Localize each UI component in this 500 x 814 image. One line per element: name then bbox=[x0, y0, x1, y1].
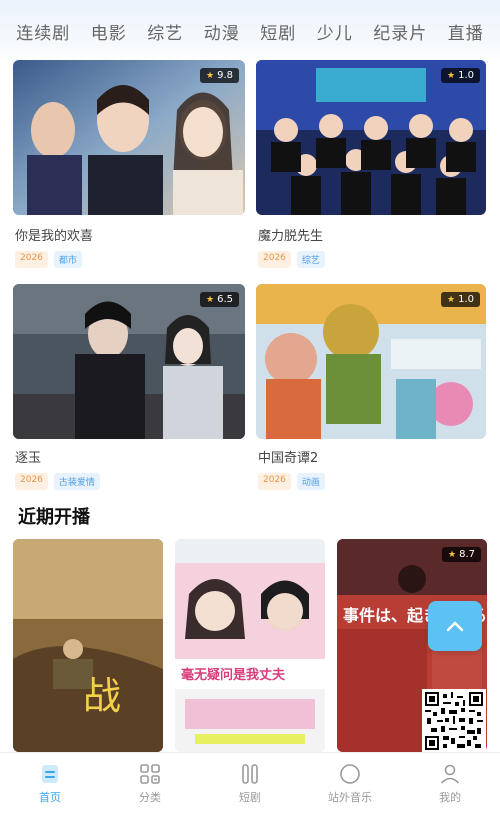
upcoming-card[interactable]: 毫无疑问是我丈夫 bbox=[175, 539, 325, 752]
poster-text: 战 bbox=[83, 674, 121, 718]
card-title: 魔力脱先生 bbox=[258, 229, 324, 244]
tab-short-drama[interactable]: 短剧 bbox=[205, 762, 295, 805]
tab-tv-series[interactable]: 连续剧 bbox=[16, 19, 70, 44]
tab-label: 短剧 bbox=[239, 791, 261, 804]
star-icon: ★ bbox=[447, 70, 456, 81]
poster-image bbox=[13, 60, 245, 215]
profile-icon bbox=[440, 764, 460, 784]
category-nav: 连续剧 电影 综艺 动漫 短剧 少儿 纪录片 直播 bbox=[0, 0, 500, 62]
year-tag: 2026 bbox=[15, 473, 48, 490]
tab-movies[interactable]: 电影 bbox=[91, 19, 127, 44]
genre-tag: 古装爱情 bbox=[53, 473, 100, 490]
tab-label: 我的 bbox=[439, 791, 461, 804]
rating-value: 1.0 bbox=[458, 294, 474, 305]
genre-tag: 都市 bbox=[53, 251, 82, 268]
card-tags: 2026 都市 bbox=[15, 251, 82, 268]
year-tag: 2026 bbox=[15, 251, 48, 268]
media-card[interactable]: ★ 1.0 魔力脱先生 2026 综艺 bbox=[256, 60, 486, 275]
tab-home[interactable]: 首页 bbox=[5, 762, 95, 805]
media-card[interactable]: ★ 6.5 逐玉 2026 古装爱情 bbox=[13, 284, 245, 499]
genre-tag: 动画 bbox=[296, 473, 325, 490]
tab-anime[interactable]: 动漫 bbox=[204, 19, 240, 44]
upcoming-card[interactable]: 战 bbox=[13, 539, 163, 752]
category-icon bbox=[140, 764, 160, 784]
tab-label: 首页 bbox=[39, 791, 61, 804]
star-icon: ★ bbox=[206, 70, 215, 81]
bottom-tab-bar: 首页 分类 短剧 站外音乐 我的 bbox=[0, 752, 500, 814]
poster-image bbox=[13, 284, 245, 439]
tab-variety[interactable]: 综艺 bbox=[147, 19, 183, 44]
year-tag: 2026 bbox=[258, 251, 291, 268]
star-icon: ★ bbox=[447, 294, 456, 305]
poster-image: 战 bbox=[13, 539, 163, 752]
qr-code bbox=[422, 689, 486, 753]
rating-badge: ★ 1.0 bbox=[441, 68, 480, 83]
tab-label: 站外音乐 bbox=[328, 791, 372, 804]
poster-image bbox=[256, 60, 486, 215]
media-card[interactable]: ★ 1.0 中国奇谭2 2026 动画 bbox=[256, 284, 486, 499]
year-tag: 2026 bbox=[258, 473, 291, 490]
tab-documentary[interactable]: 纪录片 bbox=[373, 19, 427, 44]
tab-live[interactable]: 直播 bbox=[448, 19, 484, 44]
rating-value: 6.5 bbox=[217, 294, 233, 305]
home-icon bbox=[42, 765, 58, 783]
rating-value: 8.7 bbox=[459, 549, 475, 560]
section-title: 近期开播 bbox=[18, 507, 90, 528]
tab-label: 分类 bbox=[139, 791, 161, 804]
card-title: 你是我的欢喜 bbox=[15, 229, 94, 244]
card-tags: 2026 综艺 bbox=[258, 251, 325, 268]
card-title: 中国奇谭2 bbox=[258, 451, 319, 466]
poster-text: 毫无疑问是我丈夫 bbox=[181, 667, 286, 683]
card-title: 逐玉 bbox=[15, 451, 42, 466]
rating-badge: ★ 8.7 bbox=[442, 547, 481, 562]
chevron-up-icon bbox=[446, 621, 464, 632]
star-icon: ★ bbox=[448, 549, 457, 560]
music-icon bbox=[340, 764, 360, 784]
rating-badge: ★ 6.5 bbox=[200, 292, 239, 307]
media-card[interactable]: ★ 9.8 你是我的欢喜 2026 都市 bbox=[13, 60, 245, 275]
tab-kids[interactable]: 少儿 bbox=[317, 19, 353, 44]
scroll-top-button[interactable] bbox=[428, 601, 482, 651]
tab-category[interactable]: 分类 bbox=[105, 762, 195, 805]
rating-value: 9.8 bbox=[217, 70, 233, 81]
genre-tag: 综艺 bbox=[296, 251, 325, 268]
card-tags: 2026 动画 bbox=[258, 473, 325, 490]
card-tags: 2026 古装爱情 bbox=[15, 473, 100, 490]
rating-value: 1.0 bbox=[458, 70, 474, 81]
short-drama-icon bbox=[242, 764, 258, 784]
rating-badge: ★ 1.0 bbox=[441, 292, 480, 307]
poster-image: 毫无疑问是我丈夫 bbox=[175, 539, 325, 752]
tab-short-drama[interactable]: 短剧 bbox=[260, 19, 296, 44]
tab-music[interactable]: 站外音乐 bbox=[305, 762, 395, 805]
tab-profile[interactable]: 我的 bbox=[405, 762, 495, 805]
poster-image bbox=[256, 284, 486, 439]
star-icon: ★ bbox=[206, 294, 215, 305]
rating-badge: ★ 9.8 bbox=[200, 68, 239, 83]
